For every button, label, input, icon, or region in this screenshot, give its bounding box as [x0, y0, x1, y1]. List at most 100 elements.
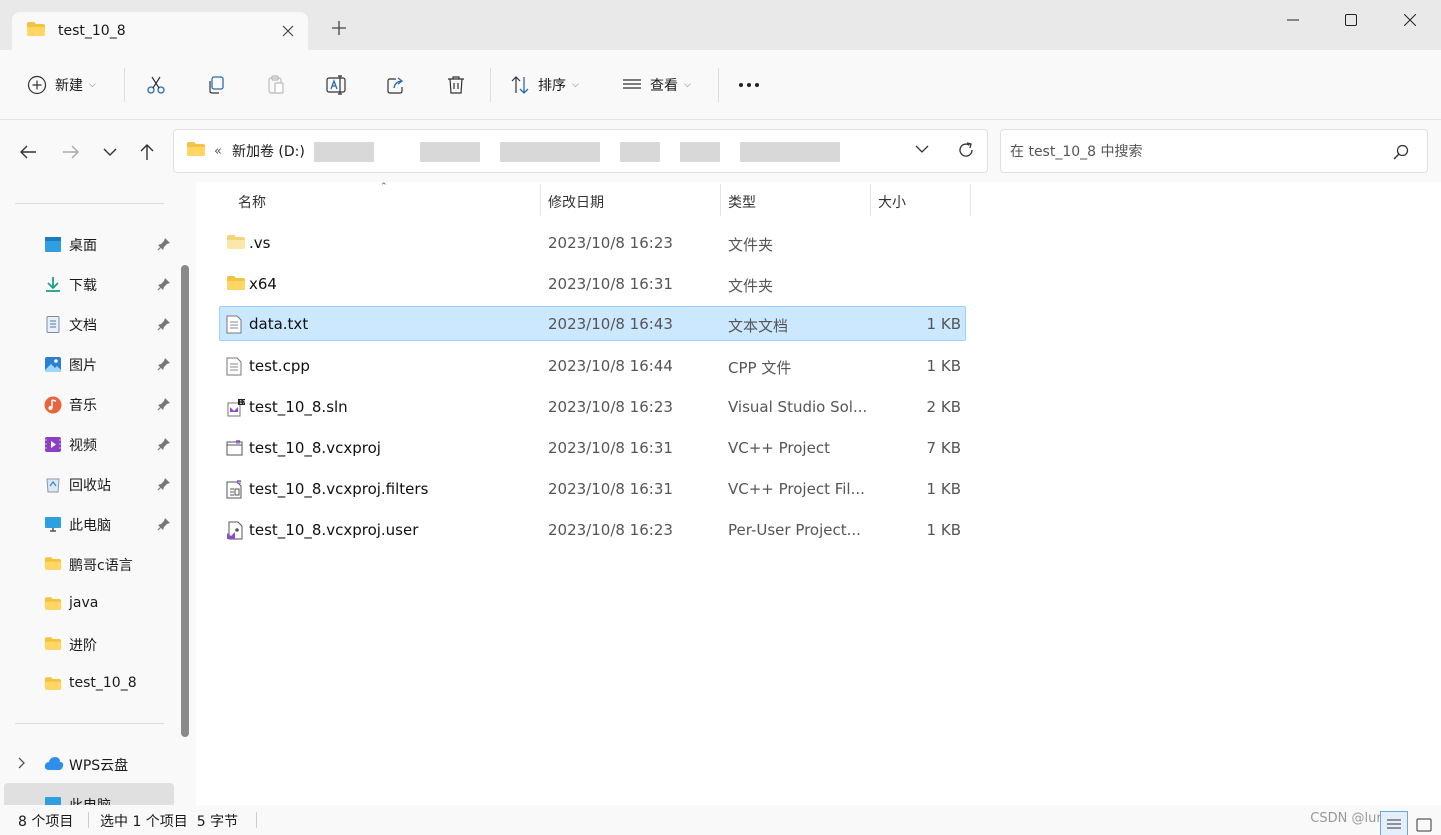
column-divider[interactable]: [970, 184, 971, 216]
file-type: Per-User Project...: [728, 521, 861, 539]
file-date: 2023/10/8 16:31: [548, 439, 673, 457]
file-date: 2023/10/8 16:43: [548, 315, 673, 333]
view-button[interactable]: 查看 ⌵: [622, 70, 691, 100]
more-icon: [739, 83, 759, 87]
up-arrow-icon[interactable]: [133, 138, 161, 166]
file-list: ⌃ 名称 修改日期 类型 大小 .vs 2023/10/8 16:23 文件夹 …: [196, 182, 1441, 805]
file-size: 1 KB: [926, 521, 961, 539]
pictures-icon: [44, 356, 62, 373]
vcxproj-file-icon: [226, 439, 244, 461]
sidebar-item-label: WPS云盘: [69, 758, 129, 774]
sort-button[interactable]: 排序 ⌵: [510, 70, 579, 100]
refresh-icon[interactable]: [957, 141, 975, 163]
sidebar-scrollbar[interactable]: [181, 265, 189, 737]
cut-button[interactable]: [146, 70, 166, 100]
sidebar-item-music[interactable]: 音乐: [0, 384, 175, 424]
redacted-path: [500, 142, 600, 162]
table-row[interactable]: test_10_8.vcxproj 2023/10/8 16:31 VC++ P…: [219, 430, 966, 465]
selection-info: 选中 1 个项目 5 字节: [100, 814, 239, 830]
column-header-date[interactable]: 修改日期: [548, 192, 604, 214]
redacted-path: [680, 142, 720, 162]
sidebar-item-documents[interactable]: 文档: [0, 304, 175, 344]
address-bar[interactable]: « 新加卷 (D:): [173, 129, 988, 173]
chevron-down-icon[interactable]: [915, 142, 929, 158]
path-overflow[interactable]: «: [214, 144, 222, 159]
new-button[interactable]: 新建 ⌵: [27, 70, 96, 100]
file-name: test.cpp: [249, 357, 310, 375]
pin-icon[interactable]: [157, 237, 171, 255]
item-count: 8 个项目: [18, 814, 74, 830]
pin-icon[interactable]: [157, 357, 171, 375]
sidebar-item-test-10-8[interactable]: test_10_8: [0, 664, 175, 704]
navigation-pane: 桌面 下载 文档 图片 音乐 视频 回收站 此电脑 鹏哥c语言 java 进阶 …: [0, 182, 196, 805]
back-arrow-icon[interactable]: [14, 138, 42, 166]
file-size: 7 KB: [926, 439, 961, 457]
folder-icon: [226, 275, 246, 295]
text-file-icon: [226, 315, 242, 338]
column-divider[interactable]: [870, 184, 871, 216]
table-row-selected[interactable]: data.txt 2023/10/8 16:43 文本文档 1 KB: [219, 306, 966, 341]
delete-button[interactable]: [446, 70, 466, 100]
toolbar-divider: [490, 68, 491, 102]
search-box[interactable]: [1000, 129, 1428, 173]
tab-test-10-8[interactable]: test_10_8: [12, 12, 308, 50]
table-row[interactable]: 17 test_10_8.sln 2023/10/8 16:23 Visual …: [219, 389, 966, 424]
table-row[interactable]: .vs 2023/10/8 16:23 文件夹: [219, 225, 966, 260]
column-divider[interactable]: [720, 184, 721, 216]
share-icon: [387, 77, 404, 94]
chevron-right-icon[interactable]: [18, 757, 26, 772]
plus-icon[interactable]: [332, 18, 346, 38]
sidebar-item-label: test_10_8: [69, 675, 137, 691]
paste-button[interactable]: [266, 70, 286, 100]
window-close-icon[interactable]: [1387, 8, 1433, 32]
table-row[interactable]: test.cpp 2023/10/8 16:44 CPP 文件 1 KB: [219, 348, 966, 383]
close-icon[interactable]: [282, 22, 294, 41]
navigation-bar: « 新加卷 (D:): [0, 120, 1441, 182]
column-divider[interactable]: [540, 184, 541, 216]
table-row[interactable]: test_10_8.vcxproj.filters 2023/10/8 16:3…: [219, 471, 966, 506]
sidebar-item-java[interactable]: java: [0, 584, 175, 624]
copy-button[interactable]: [206, 70, 226, 100]
forward-arrow-icon[interactable]: [57, 138, 85, 166]
sidebar-item-this-pc[interactable]: 此电脑: [0, 504, 175, 544]
sidebar-item-videos[interactable]: 视频: [0, 424, 175, 464]
large-icons-view-icon[interactable]: [1410, 811, 1438, 835]
column-header-name[interactable]: 名称: [238, 192, 266, 214]
sidebar-item-this-pc-tree[interactable]: 此电脑: [0, 784, 175, 805]
sidebar-item-recycle-bin[interactable]: 回收站: [0, 464, 175, 504]
pin-icon[interactable]: [157, 437, 171, 455]
rename-button[interactable]: [326, 70, 348, 100]
table-row[interactable]: x64 2023/10/8 16:31 文件夹: [219, 266, 966, 301]
pin-icon[interactable]: [157, 517, 171, 535]
sidebar-item-wps-cloud[interactable]: WPS云盘: [0, 744, 175, 784]
recent-chevron-icon[interactable]: [96, 138, 124, 166]
chevron-down-icon: ⌵: [572, 80, 579, 90]
paste-icon: [268, 75, 284, 94]
pin-icon[interactable]: [157, 317, 171, 335]
sidebar-item-pictures[interactable]: 图片: [0, 344, 175, 384]
sidebar-item-folder-c[interactable]: 鹏哥c语言: [0, 544, 175, 584]
pin-icon[interactable]: [157, 277, 171, 295]
column-header-type[interactable]: 类型: [728, 192, 756, 214]
breadcrumb-drive[interactable]: 新加卷 (D:): [232, 141, 305, 161]
minimize-icon[interactable]: [1270, 8, 1316, 32]
sidebar-item-downloads[interactable]: 下载: [0, 264, 175, 304]
redacted-path: [740, 142, 840, 162]
column-header-size[interactable]: 大小: [878, 192, 906, 214]
sidebar-item-desktop[interactable]: 桌面: [0, 224, 175, 264]
folder-icon: [186, 141, 206, 161]
search-icon[interactable]: [1393, 144, 1409, 164]
cut-icon: [147, 76, 165, 94]
details-view-icon[interactable]: [1380, 811, 1408, 835]
sidebar-item-label: 下载: [69, 278, 97, 294]
share-button[interactable]: [386, 70, 406, 100]
maximize-icon[interactable]: [1328, 8, 1374, 32]
sidebar-item-advanced[interactable]: 进阶: [0, 624, 175, 664]
document-icon: [44, 316, 62, 333]
file-type: CPP 文件: [728, 359, 792, 377]
more-button[interactable]: [738, 70, 760, 100]
table-row[interactable]: test_10_8.vcxproj.user 2023/10/8 16:23 P…: [219, 512, 966, 547]
pin-icon[interactable]: [157, 397, 171, 415]
pin-icon[interactable]: [157, 477, 171, 495]
search-input[interactable]: [1010, 141, 1380, 163]
